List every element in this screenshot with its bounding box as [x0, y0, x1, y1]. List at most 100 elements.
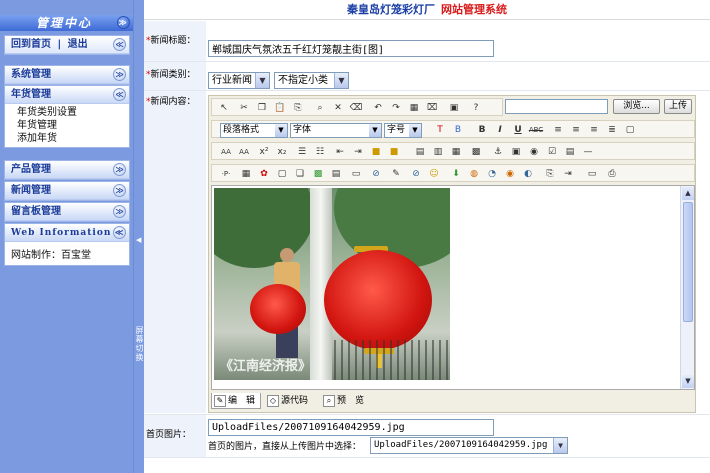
chevron-up-icon[interactable]: ≪ — [113, 38, 126, 51]
collapse-all-icon[interactable]: ≫ — [117, 16, 130, 29]
unordered-list-icon[interactable]: ☷ — [312, 145, 328, 159]
doc-icon[interactable]: ▤ — [328, 167, 344, 181]
paste-text-icon[interactable]: ⎘ — [290, 101, 306, 115]
template-icon[interactable]: ❏ — [292, 167, 308, 181]
table-row-icon[interactable]: ▥ — [430, 145, 446, 159]
scroll-down-icon[interactable]: ▼ — [682, 375, 694, 388]
news-category-select[interactable]: 行业新闻 ▼ — [208, 72, 270, 89]
pointer-icon[interactable]: ↖ — [216, 101, 232, 115]
attachment-icon[interactable]: ⎘ — [542, 167, 558, 181]
find-icon[interactable]: ⌕ — [312, 101, 328, 115]
menu-item-newyear-manage[interactable]: 年货管理 — [17, 119, 129, 132]
anchor-icon[interactable]: ⚓ — [490, 145, 506, 159]
media-icon[interactable]: ◔ — [484, 167, 500, 181]
copy-icon[interactable]: ❐ — [254, 101, 270, 115]
chevron-up-icon[interactable]: ≪ — [113, 226, 126, 239]
logout-link[interactable]: 退出 — [68, 39, 88, 50]
insert-image-icon[interactable]: ⬇ — [448, 167, 464, 181]
justify-icon[interactable]: ≣ — [604, 123, 620, 137]
font-size-select[interactable]: 字号 ▼ — [384, 123, 422, 138]
section-guestbook-title[interactable]: 留言板管理 ≫ — [5, 203, 129, 221]
lowercase-icon[interactable]: AA — [236, 145, 252, 159]
align-right-icon[interactable]: ≡ — [586, 123, 602, 137]
outdent-icon[interactable]: ⇤ — [332, 145, 348, 159]
bg-color-icon[interactable]: B — [450, 123, 466, 137]
tab-edit[interactable]: ✎ 编 辑 — [211, 393, 261, 409]
radio-icon[interactable]: ◉ — [526, 145, 542, 159]
paste-icon[interactable]: 📋 — [272, 101, 288, 115]
browse-button[interactable]: 浏览... — [613, 99, 660, 114]
frame-icon[interactable]: ▢ — [274, 167, 290, 181]
superscript-icon[interactable]: x² — [256, 145, 272, 159]
italic-icon[interactable]: I — [492, 123, 508, 137]
import-icon[interactable]: ⇥ — [560, 167, 576, 181]
calendar-icon[interactable]: ▦ — [238, 167, 254, 181]
replace-icon[interactable]: ✕ — [330, 101, 346, 115]
news-subcategory-select[interactable]: 不指定小类 ▼ — [274, 72, 349, 89]
bold-icon[interactable]: B — [474, 123, 490, 137]
flash-icon[interactable]: ◍ — [466, 167, 482, 181]
subscript-icon[interactable]: x₂ — [274, 145, 290, 159]
tab-source[interactable]: ◇ 源代码 — [265, 393, 321, 409]
table-col-icon[interactable]: ▦ — [448, 145, 464, 159]
wmp-icon[interactable]: ◐ — [520, 167, 536, 181]
arrow-left-icon[interactable]: ◀ — [136, 236, 141, 244]
help-icon[interactable]: ? — [468, 101, 484, 115]
upload-file-input[interactable] — [505, 99, 608, 114]
indent-icon[interactable]: ⇥ — [350, 145, 366, 159]
uppercase-icon[interactable]: AA — [218, 145, 234, 159]
underline-icon[interactable]: U — [510, 123, 526, 137]
unlink-icon[interactable]: ⊘ — [408, 167, 424, 181]
eraser-icon[interactable]: ⌫ — [348, 101, 364, 115]
delete-icon[interactable]: ⌧ — [424, 101, 440, 115]
textarea-icon[interactable]: ▤ — [562, 145, 578, 159]
marker-icon[interactable]: ■ — [386, 145, 402, 159]
align-left-icon[interactable]: ≡ — [550, 123, 566, 137]
strikethrough-icon[interactable]: ABC — [528, 123, 544, 137]
print-icon[interactable]: ⎙ — [604, 167, 620, 181]
chevron-down-icon[interactable]: ≫ — [113, 163, 126, 176]
undo-icon[interactable]: ↶ — [370, 101, 386, 115]
chevron-up-icon[interactable]: ≪ — [113, 88, 126, 101]
fullscreen-icon[interactable]: ▭ — [584, 167, 600, 181]
form-icon[interactable]: ▣ — [508, 145, 524, 159]
chevron-down-icon[interactable]: ≫ — [113, 184, 126, 197]
upload-button[interactable]: 上传 — [664, 99, 692, 114]
special-char-icon[interactable]: ✎ — [388, 167, 404, 181]
scroll-up-icon[interactable]: ▲ — [682, 187, 694, 200]
select-all-icon[interactable]: ▦ — [406, 101, 422, 115]
stamp-icon[interactable]: ✿ — [256, 167, 272, 181]
fit-icon[interactable]: ▢ — [622, 123, 638, 137]
paragraph-icon[interactable]: ·P· — [218, 167, 234, 181]
section-newyear-title[interactable]: 年货管理 ≪ — [5, 86, 129, 104]
thumb-select[interactable]: UploadFiles/2007109164042959.jpg ▼ — [370, 437, 568, 454]
section-system-title[interactable]: 系统管理 ≫ — [5, 66, 129, 84]
menu-item-newyear-category[interactable]: 年货类别设置 — [17, 106, 129, 119]
paragraph-format-select[interactable]: 段落格式 ▼ — [220, 123, 288, 138]
layer-icon[interactable]: ▭ — [348, 167, 364, 181]
tab-preview[interactable]: ⌕ 预 览 — [321, 393, 371, 409]
chevron-down-icon[interactable]: ≫ — [113, 205, 126, 218]
checkbox-icon[interactable]: ☑ — [544, 145, 560, 159]
section-news-title[interactable]: 新闻管理 ≫ — [5, 182, 129, 200]
ordered-list-icon[interactable]: ☰ — [294, 145, 310, 159]
redo-icon[interactable]: ↷ — [388, 101, 404, 115]
editor-content-area[interactable]: 《江南经济报》 ▲ ▼ — [211, 185, 695, 390]
align-center-icon[interactable]: ≡ — [568, 123, 584, 137]
cut-icon[interactable]: ✂ — [236, 101, 252, 115]
save-icon[interactable]: ▣ — [446, 101, 462, 115]
table-insert-icon[interactable]: ▤ — [412, 145, 428, 159]
emoticon-icon[interactable]: ☺ — [426, 167, 442, 181]
thumb-path-input[interactable] — [208, 419, 494, 436]
home-link[interactable]: 回到首页 — [11, 39, 51, 50]
highlight-icon[interactable]: ■ — [368, 145, 384, 159]
section-web-info-title[interactable]: Web Information ≪ — [5, 224, 129, 242]
font-select[interactable]: 字体 ▼ — [290, 123, 382, 138]
section-product-title[interactable]: 产品管理 ≫ — [5, 161, 129, 179]
screen-toggle-bar[interactable]: ◀ 屏幕切换 — [133, 0, 144, 473]
menu-item-newyear-add[interactable]: 添加年货 — [17, 132, 129, 145]
scroll-thumb[interactable] — [683, 202, 693, 322]
chevron-down-icon[interactable]: ≫ — [113, 68, 126, 81]
news-title-input[interactable] — [208, 40, 494, 57]
realplayer-icon[interactable]: ◉ — [502, 167, 518, 181]
